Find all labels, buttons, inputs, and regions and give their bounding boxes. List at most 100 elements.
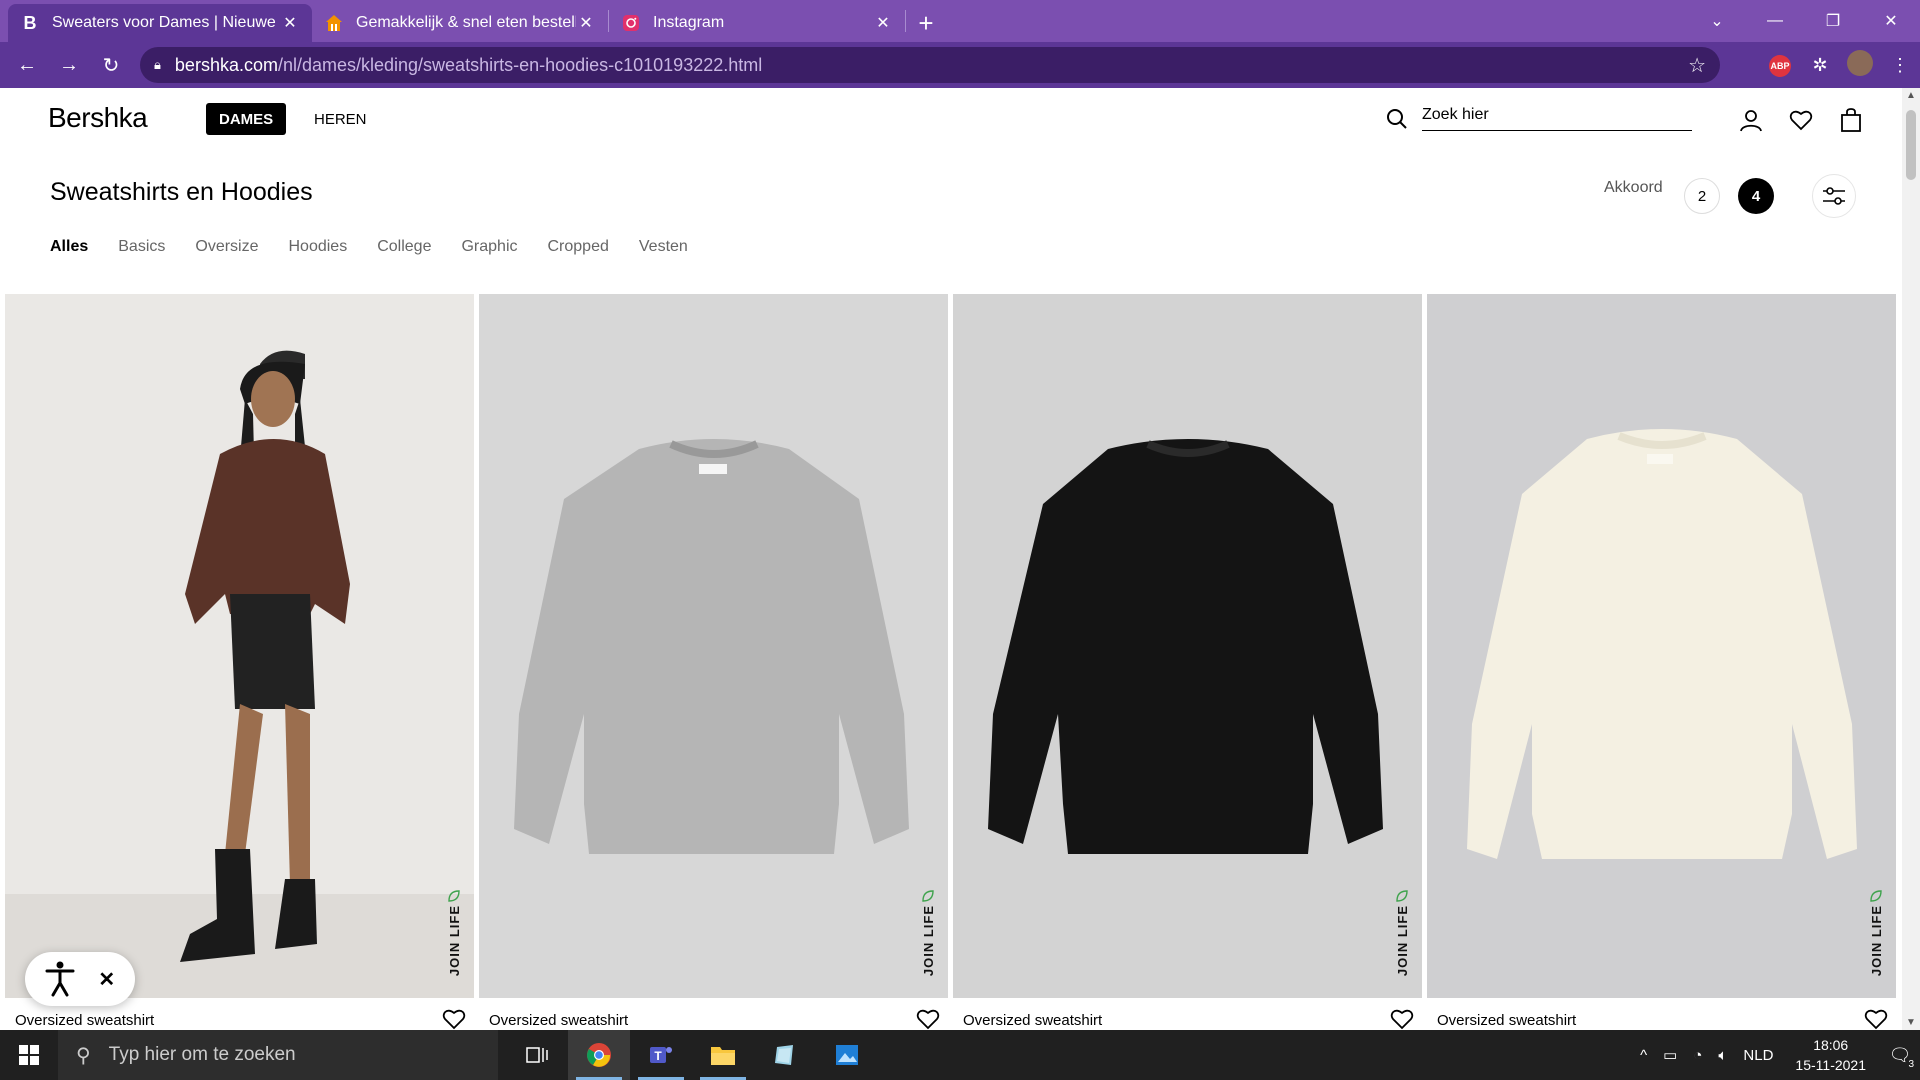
windows-logo-icon (19, 1045, 39, 1065)
account-icon[interactable] (1726, 108, 1776, 132)
wishlist-heart-icon[interactable] (916, 1008, 940, 1030)
scroll-down-icon[interactable]: ▼ (1902, 1017, 1920, 1028)
url-path: /nl/dames/kleding/sweatshirts-en-hoodies… (277, 54, 763, 75)
new-tab-button[interactable]: + (906, 4, 946, 42)
accessibility-widget[interactable]: ✕ (25, 952, 135, 1006)
subcategory-vesten[interactable]: Vesten (639, 238, 688, 256)
close-window-icon[interactable]: ✕ (1862, 11, 1920, 31)
subcategory-basics[interactable]: Basics (118, 238, 165, 256)
shopping-bag-icon[interactable] (1826, 108, 1876, 132)
product-image[interactable]: JOIN LIFE (5, 294, 474, 998)
taskbar-search-input[interactable]: Typ hier om te zoeken (109, 1044, 296, 1066)
filter-sliders-icon (1823, 187, 1845, 205)
bookmark-star-icon[interactable]: ☆ (1688, 53, 1706, 78)
notepad-icon[interactable] (754, 1030, 816, 1080)
wishlist-heart-icon[interactable] (1776, 108, 1826, 132)
product-image[interactable]: JOIN LIFE (479, 294, 948, 998)
browser-menu-icon[interactable]: ⋮ (1880, 55, 1920, 76)
extensions-area: ABP ✲ ⋮ (1760, 42, 1920, 88)
product-name[interactable]: Oversized sweatshirt (963, 1012, 1102, 1029)
close-tab-icon[interactable]: ✕ (280, 13, 300, 33)
search-icon: ⚲ (76, 1044, 91, 1067)
subcategory-graphic[interactable]: Graphic (461, 238, 517, 256)
subcategory-alles[interactable]: Alles (50, 238, 88, 256)
restore-icon[interactable]: ❐ (1804, 11, 1862, 31)
tab-instagram[interactable]: Instagram ✕ (609, 4, 905, 42)
search-input[interactable]: Zoek hier (1422, 106, 1692, 131)
close-tab-icon[interactable]: ✕ (576, 13, 596, 33)
battery-icon[interactable]: ▭ (1663, 1046, 1677, 1064)
reload-icon[interactable]: ↻ (90, 53, 132, 78)
subcategory-cropped[interactable]: Cropped (548, 238, 609, 256)
subcategory-college[interactable]: College (377, 238, 431, 256)
wishlist-heart-icon[interactable] (1864, 1008, 1888, 1030)
browser-toolbar: ← → ↻ 🔒︎ bershka.com/nl/dames/kleding/sw… (0, 42, 1920, 88)
tab-bershka[interactable]: B Sweaters voor Dames | Nieuwe C ✕ (8, 4, 312, 42)
product-card[interactable]: JOIN LIFE Oversized sweatshirt (1427, 294, 1896, 1030)
url-host: bershka.com (174, 54, 278, 75)
grid-option-4[interactable]: 4 (1738, 178, 1774, 214)
taskbar-search[interactable]: ⚲ Typ hier om te zoeken (58, 1030, 498, 1080)
show-hidden-icons-icon[interactable]: ^ (1640, 1047, 1647, 1064)
volume-icon[interactable]: 🔈︎ (1718, 1047, 1727, 1064)
leaf-icon (448, 890, 460, 902)
bershka-logo[interactable]: Bershka (48, 102, 148, 134)
product-name[interactable]: Oversized sweatshirt (1437, 1012, 1576, 1029)
tab-takeaway[interactable]: Gemakkelijk & snel eten bestelle ✕ (312, 4, 608, 42)
forward-icon[interactable]: → (48, 54, 90, 77)
search-box[interactable]: Zoek hier (1386, 106, 1692, 131)
product-image[interactable]: JOIN LIFE (953, 294, 1422, 998)
address-bar[interactable]: 🔒︎ bershka.com/nl/dames/kleding/sweatshi… (140, 47, 1720, 83)
tab-search-icon[interactable]: ⌄ (1688, 11, 1746, 31)
wishlist-heart-icon[interactable] (1390, 1008, 1414, 1030)
scroll-thumb[interactable] (1906, 110, 1916, 180)
close-tab-icon[interactable]: ✕ (873, 13, 893, 33)
accessibility-icon[interactable] (45, 961, 75, 997)
windows-taskbar: ⚲ Typ hier om te zoeken T ^ ▭ ◔ 🔈︎ NLD 1… (0, 1030, 1920, 1080)
product-card[interactable]: JOIN LIFE Oversized sweatshirt (479, 294, 948, 1030)
header-icons (1726, 108, 1876, 132)
black-sweatshirt-photo (988, 439, 1383, 854)
product-image[interactable]: JOIN LIFE (1427, 294, 1896, 998)
avatar (1847, 49, 1873, 76)
back-icon[interactable]: ← (6, 54, 48, 77)
subcategory-oversize[interactable]: Oversize (195, 238, 258, 256)
notification-center-icon[interactable]: 🗨︎ 3 (1880, 1045, 1920, 1070)
task-view-icon[interactable] (506, 1030, 568, 1080)
wishlist-heart-icon[interactable] (442, 1008, 466, 1030)
file-explorer-icon[interactable] (692, 1030, 754, 1080)
system-tray: ^ ▭ ◔ 🔈︎ NLD 18:06 15-11-2021 🗨︎ 3 (1632, 1030, 1920, 1080)
teams-icon[interactable]: T (630, 1030, 692, 1080)
language-indicator[interactable]: NLD (1743, 1047, 1773, 1064)
filter-button[interactable] (1812, 174, 1856, 218)
photos-icon[interactable] (816, 1030, 878, 1080)
page-title: Sweatshirts en Hoodies (50, 178, 313, 206)
product-name[interactable]: Oversized sweatshirt (15, 1012, 154, 1029)
chrome-icon[interactable] (568, 1030, 630, 1080)
wifi-icon[interactable]: ◔ (1693, 1047, 1702, 1064)
extensions-puzzle-icon[interactable]: ✲ (1800, 55, 1840, 76)
leaf-icon (1870, 890, 1882, 902)
join-life-badge: JOIN LIFE (921, 904, 936, 976)
scroll-up-icon[interactable]: ▲ (1902, 90, 1920, 101)
site-header: Bershka DAMES HEREN Zoek hier (0, 88, 1902, 152)
product-card[interactable]: JOIN LIFE Oversized sweatshirt (953, 294, 1422, 1030)
page-scrollbar[interactable]: ▲ ▼ (1902, 88, 1920, 1030)
product-name[interactable]: Oversized sweatshirt (489, 1012, 628, 1029)
sort-label[interactable]: Akkoord (1604, 179, 1663, 197)
close-icon[interactable]: ✕ (98, 967, 115, 992)
start-button[interactable] (0, 1045, 58, 1065)
clock[interactable]: 18:06 15-11-2021 (1795, 1035, 1866, 1075)
gender-tab-heren[interactable]: HEREN (301, 103, 380, 135)
product-grid: JOIN LIFE Oversized sweatshirt JOIN LIFE… (5, 294, 1901, 1030)
svg-text:T: T (654, 1049, 662, 1063)
clock-time: 18:06 (1813, 1037, 1849, 1053)
subcategory-hoodies[interactable]: Hoodies (289, 238, 348, 256)
profile-avatar[interactable] (1840, 49, 1880, 81)
gender-tab-dames[interactable]: DAMES (206, 103, 287, 135)
adblock-extension[interactable]: ABP (1760, 53, 1800, 77)
product-card[interactable]: JOIN LIFE Oversized sweatshirt (5, 294, 474, 1030)
instagram-icon (621, 13, 641, 33)
grid-option-2[interactable]: 2 (1684, 178, 1720, 214)
minimize-icon[interactable]: — (1746, 12, 1804, 30)
